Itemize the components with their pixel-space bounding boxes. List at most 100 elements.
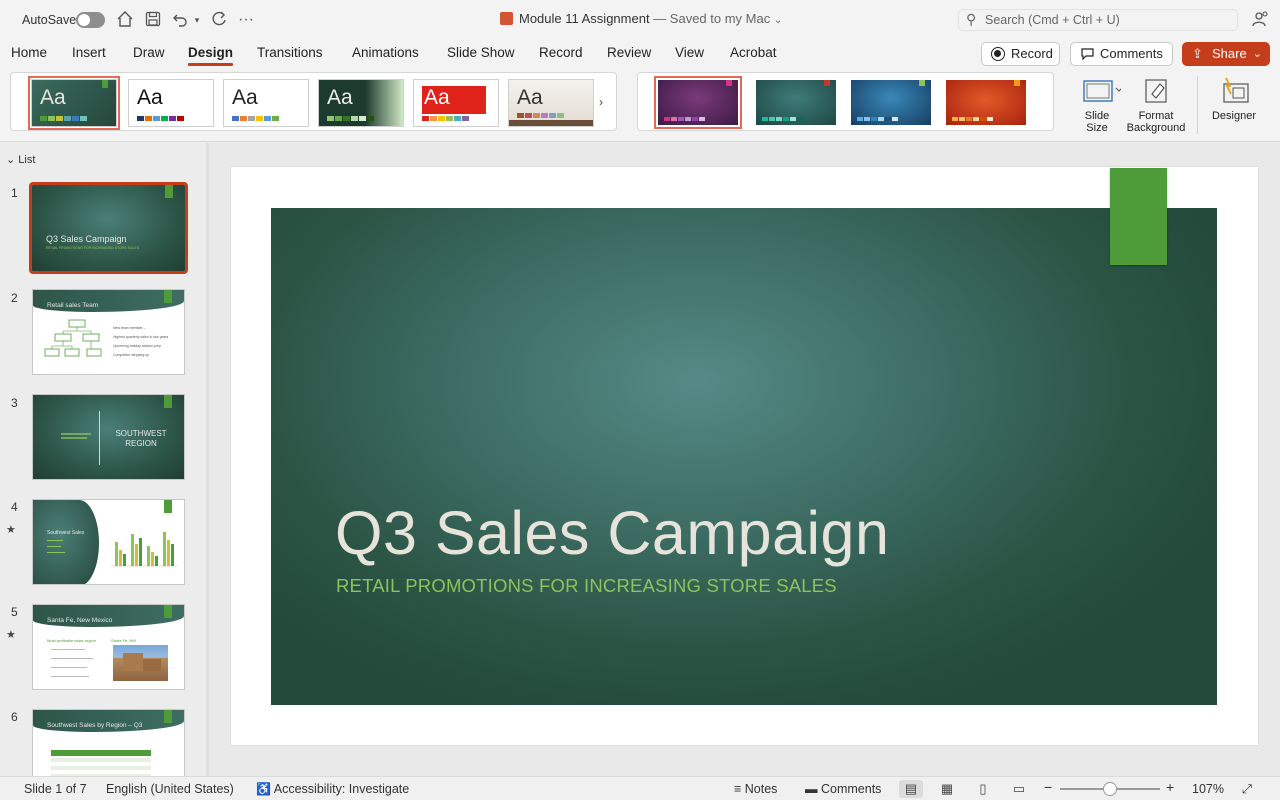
- home-icon[interactable]: [115, 10, 135, 30]
- slide-number: 2: [11, 291, 18, 305]
- tab-draw[interactable]: Draw: [133, 45, 165, 60]
- slide-sorter-icon[interactable]: ▦: [935, 780, 959, 798]
- autosave-toggle[interactable]: [76, 12, 105, 28]
- gallery-scroll-arrow-icon[interactable]: ›: [599, 95, 603, 109]
- tab-transitions[interactable]: Transitions: [257, 45, 323, 60]
- slide-thumbnail-4[interactable]: Southwest Sales: [32, 499, 185, 585]
- share-person-icon[interactable]: [1250, 10, 1270, 30]
- comments-button[interactable]: Comments: [1070, 42, 1173, 66]
- slide-list-header[interactable]: ⌄ List: [6, 153, 35, 166]
- notes-icon: ≡: [734, 782, 742, 796]
- record-icon: [991, 47, 1005, 61]
- variant-thumbnail[interactable]: [756, 80, 836, 125]
- theme-thumbnail[interactable]: Aa: [413, 79, 499, 127]
- slide-flag-shape[interactable]: [1110, 168, 1167, 265]
- notes-button[interactable]: ≡ Notes: [734, 782, 777, 796]
- mini-bar-chart-icon: [111, 532, 177, 567]
- variant-thumbnail[interactable]: [654, 76, 742, 129]
- slide-size-button[interactable]: Slide Size: [1074, 76, 1123, 134]
- thumb-title: Santa Fe, New Mexico: [47, 617, 113, 624]
- zoom-slider-handle[interactable]: [1103, 782, 1117, 796]
- slide-thumbnail-2[interactable]: Retail sales Team New team member – High…: [32, 289, 185, 375]
- fit-to-window-icon[interactable]: ⤢: [1242, 782, 1252, 797]
- animation-star-icon: ★: [6, 629, 16, 641]
- slide-thumbnail-3[interactable]: SOUTHWEST REGION: [32, 394, 185, 480]
- thumb-heading: Most profitable sales region: [47, 638, 96, 643]
- variant-thumbnail[interactable]: [851, 80, 931, 125]
- chevron-down-icon: ⌄: [6, 154, 16, 166]
- slide-number: 4: [11, 500, 18, 514]
- tab-home[interactable]: Home: [11, 45, 47, 60]
- status-comments-button[interactable]: ▬ Comments: [805, 782, 881, 796]
- slide-number: 6: [11, 710, 18, 724]
- ribbon-divider: [1197, 76, 1198, 134]
- slide-title[interactable]: Q3 Sales Campaign: [335, 498, 889, 568]
- theme-thumbnail[interactable]: Aa: [318, 79, 404, 127]
- status-comments-label: Comments: [820, 782, 882, 796]
- undo-dropdown-icon[interactable]: ▾: [190, 10, 204, 30]
- tab-insert[interactable]: Insert: [72, 45, 106, 60]
- theme-thumbnail[interactable]: Aa: [223, 79, 309, 127]
- autosave-label: AutoSave: [22, 13, 77, 27]
- tab-record[interactable]: Record: [539, 45, 583, 60]
- presenter-view-icon[interactable]: ▭: [1007, 780, 1031, 798]
- thumb-title: Retail sales Team: [47, 302, 99, 309]
- accessibility-status[interactable]: ♿ Accessibility: Investigate: [256, 782, 409, 796]
- slide-thumbnail-1[interactable]: Q3 Sales Campaign RETAIL PROMOTIONS FOR …: [29, 182, 188, 274]
- slide-subtitle[interactable]: RETAIL PROMOTIONS FOR INCREASING STORE S…: [336, 575, 837, 597]
- slide-number: 3: [11, 396, 18, 410]
- undo-icon[interactable]: [170, 10, 190, 30]
- search-placeholder: Search (Cmd + Ctrl + U): [985, 13, 1120, 27]
- slide-position: Slide 1 of 7: [24, 782, 87, 796]
- normal-view-icon[interactable]: ▤: [899, 780, 923, 798]
- theme-sample-text: Aa: [232, 86, 258, 109]
- comment-icon: ▬: [805, 782, 818, 796]
- thumb-title: Q3 Sales Campaign: [46, 234, 127, 244]
- tab-design[interactable]: Design: [188, 45, 234, 66]
- theme-thumbnail[interactable]: Aa: [128, 79, 214, 127]
- designer-label: Designer: [1211, 110, 1257, 122]
- designer-button[interactable]: Designer: [1207, 76, 1261, 122]
- slide-thumbnail-6[interactable]: Southwest Sales by Region – Q3: [32, 709, 185, 776]
- theme-thumbnail[interactable]: Aa: [28, 76, 120, 130]
- search-input[interactable]: ⚲ Search (Cmd + Ctrl + U): [958, 9, 1238, 31]
- format-background-label-line2: Background: [1126, 122, 1186, 134]
- tab-slide-show[interactable]: Slide Show: [447, 45, 515, 60]
- theme-sample-text: Aa: [137, 86, 163, 109]
- share-label: Share: [1212, 46, 1247, 61]
- thumb-subtitle: RETAIL PROMOTIONS FOR INCREASING STORE S…: [46, 246, 140, 250]
- slide-size-label-line1: Slide: [1084, 110, 1110, 122]
- animation-star-icon: ★: [6, 524, 16, 536]
- theme-sample-text: Aa: [517, 86, 543, 109]
- tab-acrobat[interactable]: Acrobat: [730, 45, 777, 60]
- zoom-level[interactable]: 107%: [1192, 782, 1224, 796]
- theme-sample-text: Aa: [424, 86, 450, 109]
- language-status[interactable]: English (United States): [106, 782, 234, 796]
- theme-thumbnail[interactable]: Aa: [508, 79, 594, 127]
- slide-thumbnail-5[interactable]: Santa Fe, New Mexico Most profitable sal…: [32, 604, 185, 690]
- zoom-in-icon[interactable]: +: [1166, 779, 1174, 795]
- save-icon[interactable]: [143, 10, 163, 30]
- variants-gallery: [637, 72, 1054, 131]
- save-status: — Saved to my Mac: [653, 11, 771, 26]
- document-title[interactable]: Module 11 Assignment — Saved to my Mac ⌄: [500, 11, 782, 26]
- comments-label: Comments: [1100, 46, 1163, 61]
- chevron-down-icon: ⌄: [773, 15, 783, 26]
- tab-view[interactable]: View: [675, 45, 704, 60]
- toggle-knob: [78, 14, 90, 26]
- tab-review[interactable]: Review: [607, 45, 651, 60]
- thumb-bullet: Competitor stepping up: [113, 353, 150, 357]
- reading-view-icon[interactable]: ▯: [971, 780, 995, 798]
- powerpoint-icon: [500, 12, 513, 25]
- chevron-down-icon: ⌄: [1252, 48, 1262, 60]
- tab-animations[interactable]: Animations: [352, 45, 419, 60]
- variant-thumbnail[interactable]: [946, 80, 1026, 125]
- document-name: Module 11 Assignment: [519, 11, 650, 26]
- format-background-button[interactable]: Format Background: [1124, 76, 1188, 134]
- record-button[interactable]: Record: [981, 42, 1060, 66]
- zoom-out-icon[interactable]: −: [1044, 779, 1052, 795]
- theme-sample-text: Aa: [40, 86, 66, 109]
- share-button[interactable]: ⇪ Share ⌄: [1182, 42, 1270, 66]
- redo-icon[interactable]: [209, 10, 229, 30]
- more-options-icon[interactable]: ···: [236, 10, 256, 30]
